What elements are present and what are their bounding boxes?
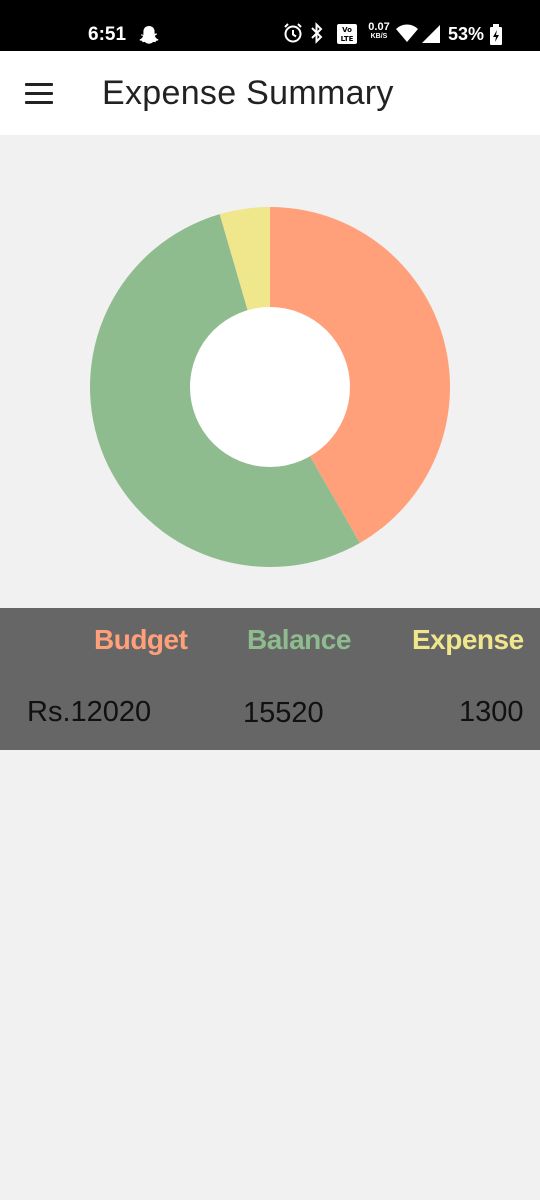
- snapchat-icon: [138, 24, 160, 51]
- expense-value: 1300: [459, 696, 524, 728]
- expense-header: Expense: [412, 624, 524, 655]
- hamburger-menu-icon[interactable]: [25, 83, 53, 105]
- volte-icon: Vo LTE: [336, 23, 358, 50]
- net-speed-unit: KB/S: [370, 33, 388, 40]
- svg-text:LTE: LTE: [341, 35, 354, 43]
- wifi-icon: [395, 23, 419, 48]
- svg-text:Vo: Vo: [342, 26, 352, 34]
- app-bar: Expense Summary: [0, 51, 540, 135]
- expense-donut-chart: [90, 207, 451, 567]
- battery-charging-icon: [489, 24, 503, 51]
- budget-value: Rs.12020: [27, 696, 152, 728]
- balance-header: Balance: [247, 624, 351, 655]
- balance-value: 15520: [243, 697, 324, 729]
- alarm-icon: [282, 22, 304, 49]
- page-title: Expense Summary: [102, 74, 394, 112]
- battery-percent: 53%: [448, 24, 485, 44]
- signal-icon: [420, 22, 442, 49]
- budget-header: Budget: [94, 624, 188, 655]
- bluetooth-icon: [309, 22, 325, 49]
- status-bar: 6:51 Vo LTE 0.07 KB/S 53%: [0, 0, 540, 51]
- summary-panel: Budget Balance Expense Rs.12020 15520 13…: [0, 608, 540, 750]
- status-time: 6:51: [88, 24, 127, 45]
- donut-hole: [190, 307, 350, 467]
- net-speed: 0.07 KB/S: [367, 22, 391, 42]
